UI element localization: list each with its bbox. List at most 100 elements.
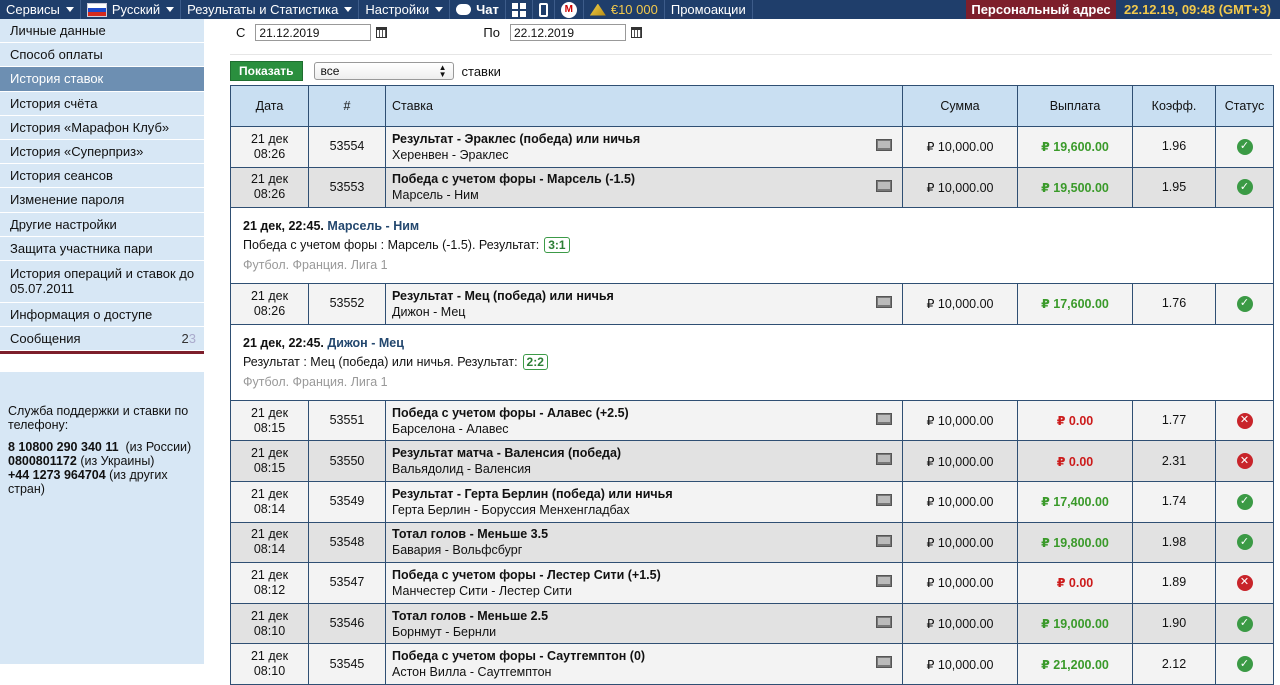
table-row[interactable]: 21 дек 08:10 53546 Тотал голов - Меньше 2.5… xyxy=(230,602,1274,645)
sidebar-item[interactable]: Личные данные xyxy=(0,19,204,44)
bet-id[interactable]: 53551 xyxy=(308,399,386,442)
bet-detail-cell: 21 дек, 22:45. Дижон - Мец Результат : Ме… xyxy=(230,323,1274,401)
detail-league: Футбол. Франция. Лига 1 xyxy=(243,258,388,273)
phone-icon xyxy=(538,2,548,17)
bet-type-value: все xyxy=(320,64,340,78)
sidebar-item[interactable]: Другие настройки xyxy=(0,213,204,237)
bet-payout: ₽ 17,600.00 xyxy=(1017,283,1133,325)
to-date-input[interactable]: 22.12.2019 xyxy=(509,24,626,41)
bet-payout: ₽ 0.00 xyxy=(1017,562,1133,604)
bet-day: 21 дек xyxy=(250,608,289,623)
sidebar-item[interactable]: История «Суперприз» xyxy=(0,140,204,165)
tv-icon[interactable] xyxy=(876,179,892,192)
bet-day: 21 дек xyxy=(250,649,289,664)
chevron-down-icon xyxy=(166,7,175,12)
calendar-icon[interactable] xyxy=(376,27,388,38)
table-row[interactable]: 21 дек 08:15 53550 Результат матча - Валенс… xyxy=(230,440,1274,482)
account-menu: Личные данные Способ оплаты История ставок… xyxy=(0,19,204,352)
current-datetime: 22.12.19, 09:48 (GMT+3) xyxy=(1124,2,1272,17)
sidebar-item[interactable]: История счёта xyxy=(0,92,204,116)
phone-other[interactable]: +44 1273 964704 xyxy=(8,468,106,482)
chevron-down-icon xyxy=(65,7,74,12)
status-lose-icon: ✕ xyxy=(1236,412,1253,429)
table-row[interactable]: 21 дек 08:15 53551 Победа с учетом форы - А… xyxy=(230,399,1274,442)
table-row[interactable]: 21 дек 08:26 53553 Победа с учетом форы - М… xyxy=(230,166,1274,209)
bet-status-cell: ✓ xyxy=(1215,521,1274,564)
tv-icon[interactable] xyxy=(876,139,892,151)
settings-menu[interactable]: Настройки xyxy=(359,0,451,19)
sidebar-item[interactable]: История операций и ставок до 05.07.2011 xyxy=(0,261,204,303)
marathon-button[interactable]: M xyxy=(555,0,584,19)
bet-day: 21 дек xyxy=(250,405,289,420)
bet-match: Дижон - Мец xyxy=(392,304,466,319)
bet-id[interactable]: 53548 xyxy=(308,521,386,564)
table-row[interactable]: 21 дек 08:26 53554 Результат - Эраклес (поб… xyxy=(230,126,1274,168)
col-header-amount: Сумма xyxy=(902,85,1018,127)
sidebar-item[interactable]: Информация о доступе xyxy=(0,303,204,328)
table-row[interactable]: 21 дек 08:14 53549 Результат - Герта Берлин… xyxy=(230,480,1274,523)
chat-button[interactable]: Чат xyxy=(450,0,506,19)
table-row[interactable]: 21 дек 08:12 53547 Победа с учетом форы - Л… xyxy=(230,562,1274,604)
tv-icon[interactable] xyxy=(876,296,892,309)
bet-coef: 2.12 xyxy=(1132,643,1216,685)
phone-ukraine[interactable]: 0800801172 xyxy=(8,454,77,468)
bet-status-cell: ✓ xyxy=(1215,283,1274,325)
detail-match-link[interactable]: Дижон - Мец xyxy=(327,336,403,350)
status-win-icon: ✓ xyxy=(1236,179,1253,196)
bet-type-select[interactable]: все ▲ ▼ xyxy=(313,62,454,80)
detail-datetime: 21 дек, 22:45. xyxy=(243,335,324,350)
balance-button[interactable]: €10 000 xyxy=(584,0,665,19)
table-row[interactable]: 21 дек 08:10 53545 Победа с учетом форы - С… xyxy=(230,643,1274,685)
tv-icon[interactable] xyxy=(876,615,892,628)
bet-id[interactable]: 53549 xyxy=(308,480,386,523)
mobile-app-button[interactable] xyxy=(533,0,555,19)
language-menu[interactable]: Русский xyxy=(81,0,182,19)
sidebar-item[interactable]: История сеансов xyxy=(0,164,204,189)
tv-icon[interactable] xyxy=(876,575,892,588)
bet-id[interactable]: 53553 xyxy=(308,166,386,209)
bet-title: Результат - Эраклес (победа) или ничья xyxy=(392,131,641,146)
tv-icon[interactable] xyxy=(876,412,892,425)
results-menu[interactable]: Результаты и Статистика xyxy=(181,0,360,19)
bet-time: 08:10 xyxy=(253,664,286,679)
tv-icon[interactable] xyxy=(876,493,892,506)
windows-app-button[interactable] xyxy=(506,0,533,19)
sidebar-item[interactable]: История «Марафон Клуб» xyxy=(0,116,204,140)
from-date-input[interactable]: 21.12.2019 xyxy=(255,24,372,41)
tv-icon[interactable] xyxy=(876,534,892,547)
phone-russia[interactable]: 8 10800 290 340 11 xyxy=(8,440,119,454)
sidebar-item[interactable]: Изменение пароля xyxy=(0,188,204,213)
bet-status-cell: ✓ xyxy=(1215,643,1274,685)
services-menu[interactable]: Сервисы xyxy=(0,0,81,19)
table-header-row: Дата # Ставка Сумма Выплата Коэфф. Стату… xyxy=(230,85,1274,127)
bet-id[interactable]: 53552 xyxy=(308,283,386,325)
table-row[interactable]: 21 дек 08:26 53552 Результат - Мец (победа)… xyxy=(230,283,1274,325)
bet-id[interactable]: 53547 xyxy=(308,562,386,604)
bet-id[interactable]: 53546 xyxy=(308,602,386,645)
tv-icon[interactable] xyxy=(876,453,892,466)
sidebar-item[interactable]: Способ оплаты xyxy=(0,43,204,68)
bet-time: 08:15 xyxy=(253,461,286,476)
show-button[interactable]: Показать xyxy=(230,61,303,81)
tv-icon[interactable] xyxy=(876,656,892,669)
bet-id[interactable]: 53550 xyxy=(308,440,386,482)
col-header-coef: Коэфф. xyxy=(1132,85,1216,127)
detail-match-link[interactable]: Марсель - Ним xyxy=(327,219,419,233)
language-label: Русский xyxy=(111,2,161,17)
bet-coef: 1.98 xyxy=(1132,521,1216,564)
bet-id[interactable]: 53554 xyxy=(308,126,386,168)
calendar-icon[interactable] xyxy=(630,27,642,38)
sidebar-item-label: Способ оплаты xyxy=(10,47,103,63)
balance-value: €10 000 xyxy=(610,2,658,17)
bet-coef: 1.96 xyxy=(1132,126,1216,168)
promo-link[interactable]: Промоакции xyxy=(665,0,753,19)
personal-address-button[interactable]: Персональный адрес xyxy=(966,0,1116,19)
sidebar-item[interactable]: Защита участника пари xyxy=(0,237,204,261)
bet-amount: ₽ 10,000.00 xyxy=(902,521,1018,564)
table-row[interactable]: 21 дек 08:14 53548 Тотал голов - Меньше 3.5… xyxy=(230,521,1274,564)
bet-title: Победа с учетом форы - Лестер Сити (+1.5… xyxy=(392,567,661,582)
sidebar-item[interactable]: Сообщения 23 xyxy=(0,327,204,352)
bet-id[interactable]: 53545 xyxy=(308,643,386,685)
sidebar-item[interactable]: История ставок xyxy=(0,67,204,92)
message-count-muted: 3 xyxy=(188,331,196,347)
